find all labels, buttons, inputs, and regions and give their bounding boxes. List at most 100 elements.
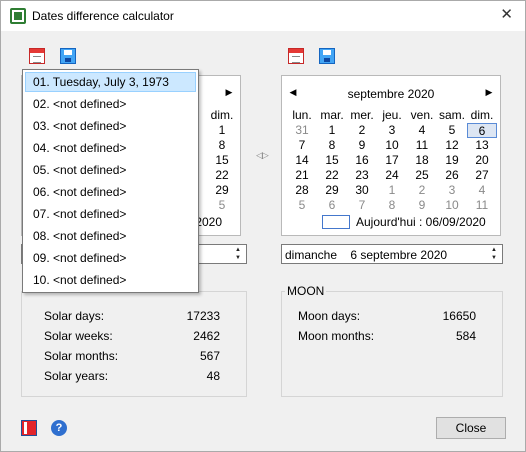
weekday-header: ven. [410, 108, 434, 122]
calendar-day[interactable]: 19 [437, 153, 467, 168]
calendar-day[interactable]: 5 [287, 198, 317, 213]
calendar-day[interactable]: 4 [467, 183, 497, 198]
calendar-day[interactable]: 1 [317, 123, 347, 138]
calendar-day[interactable]: 6 [317, 198, 347, 213]
calendar-day[interactable]: 29 [317, 183, 347, 198]
calendar-day[interactable]: 24 [377, 168, 407, 183]
left-calendar-icon[interactable] [29, 48, 45, 64]
calendar-day[interactable]: 21 [287, 168, 317, 183]
calendar-day[interactable]: 30 [347, 183, 377, 198]
calendar-day[interactable]: 5 [207, 198, 237, 213]
spin-down-icon[interactable]: ▼ [231, 254, 245, 262]
right-save-icon[interactable] [319, 48, 335, 64]
left-dow-sunday: dim. [210, 108, 234, 122]
calendar-day[interactable]: 9 [407, 198, 437, 213]
calendar-day[interactable]: 4 [407, 123, 437, 138]
moon-stat-label: Moon days: [298, 309, 361, 323]
calendar-day[interactable]: 2 [347, 123, 377, 138]
calendar-day[interactable]: 12 [437, 138, 467, 153]
calendar-day[interactable]: 10 [437, 198, 467, 213]
dropdown-item[interactable]: 05. <not defined> [25, 160, 196, 180]
calendar-day[interactable]: 25 [407, 168, 437, 183]
calendar-day-selected[interactable]: 6 [467, 123, 497, 138]
calendar-day[interactable]: 23 [347, 168, 377, 183]
calendar-day[interactable]: 18 [407, 153, 437, 168]
dropdown-item[interactable]: 08. <not defined> [25, 226, 196, 246]
moon-group-title: MOON [285, 284, 327, 298]
solar-stat-label: Solar months: [44, 349, 119, 363]
calendar-day[interactable]: 11 [407, 138, 437, 153]
calendar-day[interactable]: 28 [287, 183, 317, 198]
calendar-day[interactable]: 8 [377, 198, 407, 213]
left-calendar-next-button[interactable]: ▶ [223, 87, 235, 98]
calendar-day[interactable]: 14 [287, 153, 317, 168]
dropdown-item[interactable]: 03. <not defined> [25, 116, 196, 136]
window-close-button[interactable]: ✕ [500, 7, 513, 23]
calendar-day[interactable]: 26 [437, 168, 467, 183]
spin-up-icon[interactable]: ▲ [487, 246, 501, 254]
calendar-day[interactable]: 29 [207, 183, 237, 198]
book-icon[interactable] [21, 420, 37, 436]
calendar-day[interactable]: 3 [377, 123, 407, 138]
calendar-day[interactable]: 17 [377, 153, 407, 168]
calendar-day[interactable]: 22 [317, 168, 347, 183]
calendar-day[interactable]: 1 [207, 123, 237, 138]
title-bar: Dates difference calculator ✕ [1, 1, 525, 31]
left-save-icon[interactable] [60, 48, 76, 64]
dropdown-item[interactable]: 07. <not defined> [25, 204, 196, 224]
calendar-day[interactable]: 13 [467, 138, 497, 153]
moon-stat-label: Moon months: [298, 329, 375, 343]
help-icon[interactable]: ? [51, 420, 67, 436]
dropdown-item[interactable]: 06. <not defined> [25, 182, 196, 202]
calendar-day[interactable]: 10 [377, 138, 407, 153]
right-date-field[interactable]: dimanche 6 septembre 2020 ▲ ▼ [281, 244, 503, 264]
close-button[interactable]: Close [436, 417, 506, 439]
calendar-day[interactable]: 16 [347, 153, 377, 168]
calendar-day[interactable]: 7 [347, 198, 377, 213]
app-window: Dates difference calculator ✕ ▶ dim. 301… [0, 0, 526, 452]
dropdown-item[interactable]: 02. <not defined> [25, 94, 196, 114]
spin-up-icon[interactable]: ▲ [231, 246, 245, 254]
moon-group [281, 291, 503, 397]
calendar-day[interactable]: 11 [467, 198, 497, 213]
calendar-day[interactable]: 15 [317, 153, 347, 168]
dropdown-item[interactable]: 09. <not defined> [25, 248, 196, 268]
calendar-day[interactable]: 15 [207, 153, 237, 168]
right-calendar-grid[interactable]: 31 1 2 3 4 5 6 7 8 9 10 11 12 13 14 15 16 17 18 19 20 21 22 23 2… [287, 123, 497, 213]
spin-down-icon[interactable]: ▼ [487, 254, 501, 262]
dropdown-item[interactable]: 10. <not defined> [25, 270, 196, 290]
right-calendar-weekdays: lun. mar. mer. jeu. ven. sam. dim. [287, 108, 497, 122]
right-today-label[interactable]: Aujourd'hui : 06/09/2020 [356, 215, 486, 229]
calendar-day[interactable]: 1 [377, 183, 407, 198]
calendar-day[interactable]: 2 [407, 183, 437, 198]
calendar-day[interactable]: 8 [207, 138, 237, 153]
calendar-day[interactable]: 31 [287, 123, 317, 138]
calendar-day[interactable]: 9 [347, 138, 377, 153]
solar-stat-value: 48 [206, 369, 220, 383]
right-date-value: dimanche 6 septembre 2020 [285, 248, 448, 262]
right-date-spinner[interactable]: ▲ ▼ [487, 246, 501, 262]
right-calendar[interactable]: ◀ septembre 2020 ▶ lun. mar. mer. jeu. ven. s… [281, 75, 501, 236]
saved-dates-dropdown[interactable]: 01. Tuesday, July 3, 1973 02. <not define… [22, 69, 199, 293]
calendar-day[interactable]: 27 [467, 168, 497, 183]
solar-stat-value: 2462 [193, 329, 220, 343]
dropdown-item[interactable]: 01. Tuesday, July 3, 1973 [25, 72, 196, 92]
moon-stat-value: 16650 [442, 309, 476, 323]
right-calendar-next-button[interactable]: ▶ [483, 87, 495, 98]
calendar-day[interactable]: 3 [437, 183, 467, 198]
solar-stat-value: 17233 [186, 309, 220, 323]
calendar-day[interactable]: 5 [437, 123, 467, 138]
right-calendar-month-title[interactable]: septembre 2020 [282, 87, 500, 101]
link-dates-icon[interactable]: ◁▷ [256, 150, 269, 161]
left-date-spinner[interactable]: ▲ ▼ [231, 246, 245, 262]
solar-stat-value: 567 [199, 349, 220, 363]
window-title: Dates difference calculator [32, 9, 174, 23]
solar-stat-label: Solar days: [44, 309, 105, 323]
right-calendar-icon[interactable] [288, 48, 304, 64]
calendar-day[interactable]: 20 [467, 153, 497, 168]
calendar-day[interactable]: 7 [287, 138, 317, 153]
dropdown-item[interactable]: 04. <not defined> [25, 138, 196, 158]
weekday-header: sam. [438, 108, 465, 122]
calendar-day[interactable]: 22 [207, 168, 237, 183]
calendar-day[interactable]: 8 [317, 138, 347, 153]
